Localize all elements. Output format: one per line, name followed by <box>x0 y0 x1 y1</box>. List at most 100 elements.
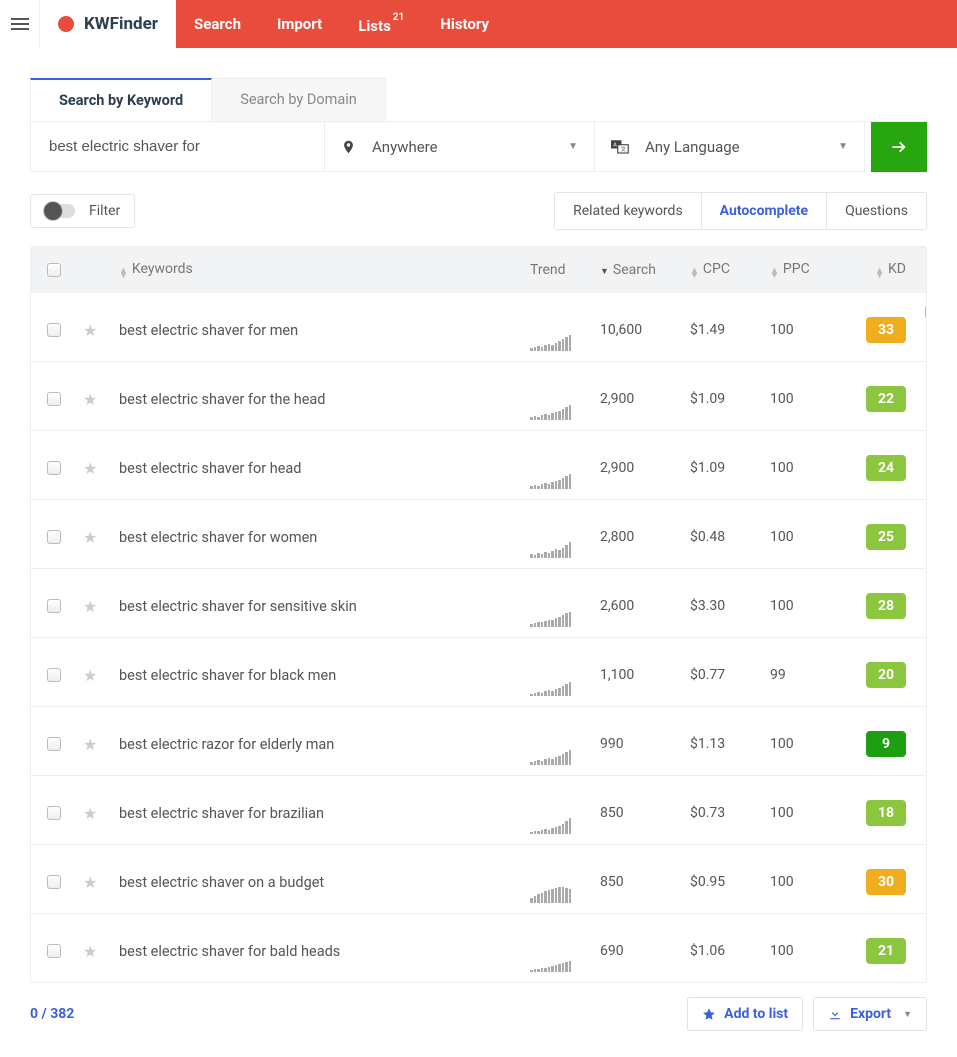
col-header-search[interactable]: ▼Search <box>600 262 690 278</box>
row-checkbox[interactable] <box>47 875 61 889</box>
language-icon: A文 <box>611 140 629 154</box>
kd-badge: 22 <box>866 386 906 412</box>
col-header-keywords[interactable]: ▲▼Keywords <box>119 261 530 279</box>
location-dropdown[interactable]: Anywhere ▼ <box>325 122 595 172</box>
col-header-cpc[interactable]: ▲▼CPC <box>690 261 770 279</box>
star-icon <box>702 1007 716 1021</box>
filter-toggle-group[interactable]: Filter <box>30 194 135 228</box>
pill-questions[interactable]: Questions <box>827 193 926 229</box>
download-icon <box>828 1007 842 1021</box>
trend-sparkline <box>530 743 600 765</box>
nav-item-search[interactable]: Search <box>176 0 259 48</box>
keyword-text[interactable]: best electric razor for elderly man <box>119 736 334 753</box>
col-header-ppc[interactable]: ▲▼PPC <box>770 261 840 279</box>
star-icon[interactable]: ★ <box>83 528 97 547</box>
row-checkbox[interactable] <box>47 944 61 958</box>
kd-badge: 28 <box>866 593 906 619</box>
add-to-list-label: Add to list <box>724 1006 788 1022</box>
scrollbar-thumb[interactable] <box>925 305 927 319</box>
ppc-value: 100 <box>770 598 794 614</box>
row-checkbox[interactable] <box>47 392 61 406</box>
row-checkbox[interactable] <box>47 668 61 682</box>
keyword-text[interactable]: best electric shaver for men <box>119 322 298 339</box>
trend-sparkline <box>530 398 600 420</box>
row-checkbox[interactable] <box>47 599 61 613</box>
keyword-input[interactable] <box>30 122 325 172</box>
trend-sparkline <box>530 950 600 972</box>
keyword-text[interactable]: best electric shaver on a budget <box>119 874 324 891</box>
trend-sparkline <box>530 536 600 558</box>
ppc-value: 100 <box>770 460 794 476</box>
keyword-text[interactable]: best electric shaver for brazilian <box>119 805 324 822</box>
chevron-down-icon: ▼ <box>838 141 848 152</box>
trend-sparkline <box>530 605 600 627</box>
add-to-list-button[interactable]: Add to list <box>687 997 803 1031</box>
nav-item-history[interactable]: History <box>422 0 507 48</box>
location-pin-icon <box>341 138 356 156</box>
tab-search-by-domain[interactable]: Search by Domain <box>212 78 386 121</box>
star-icon[interactable]: ★ <box>83 942 97 961</box>
pill-related-keywords[interactable]: Related keywords <box>555 193 702 229</box>
export-label: Export <box>850 1006 891 1022</box>
star-icon[interactable]: ★ <box>83 666 97 685</box>
star-icon[interactable]: ★ <box>83 459 97 478</box>
keyword-text[interactable]: best electric shaver for the head <box>119 391 325 408</box>
nav-item-lists[interactable]: Lists21 <box>340 0 422 50</box>
star-icon[interactable]: ★ <box>83 804 97 823</box>
trend-sparkline <box>530 674 600 696</box>
table-row: ★ best electric shaver on a budget 850 $0.9… <box>31 844 926 913</box>
keyword-text[interactable]: best electric shaver for black men <box>119 667 336 684</box>
nav-item-import[interactable]: Import <box>259 0 340 48</box>
table-row: ★best electric razor for elderly man990$… <box>31 706 926 775</box>
row-checkbox[interactable] <box>47 461 61 475</box>
kd-badge: 25 <box>866 524 906 550</box>
keyword-text[interactable]: best electric shaver for sensitive skin <box>119 598 357 615</box>
cpc-value: $0.73 <box>690 805 725 821</box>
pill-autocomplete[interactable]: Autocomplete <box>702 193 827 229</box>
cpc-value: $0.77 <box>690 667 725 683</box>
language-dropdown[interactable]: A文 Any Language ▼ <box>595 122 865 172</box>
col-header-kd[interactable]: ▲▼KD <box>840 261 910 279</box>
export-button[interactable]: Export ▼ <box>813 997 927 1031</box>
keyword-text[interactable]: best electric shaver for head <box>119 460 301 477</box>
search-volume: 850 <box>600 874 624 890</box>
hamburger-icon <box>11 18 29 30</box>
ppc-value: 100 <box>770 391 794 407</box>
menu-button[interactable] <box>0 0 40 48</box>
search-volume: 690 <box>600 943 624 959</box>
table-row: ★ best electric shaver for black men 1,100… <box>31 637 926 706</box>
sort-desc-icon: ▼ <box>600 267 609 277</box>
filter-toggle[interactable] <box>45 204 75 218</box>
star-icon[interactable]: ★ <box>83 597 97 616</box>
cpc-value: $0.95 <box>690 874 725 890</box>
star-icon[interactable]: ★ <box>83 735 97 754</box>
filter-label: Filter <box>89 203 120 219</box>
row-checkbox[interactable] <box>47 530 61 544</box>
ppc-value: 100 <box>770 529 794 545</box>
ppc-value: 99 <box>770 667 786 683</box>
select-all-checkbox[interactable] <box>47 263 61 277</box>
col-header-trend[interactable]: Trend <box>530 262 600 278</box>
app-logo[interactable]: KWFinder <box>40 0 176 48</box>
star-icon[interactable]: ★ <box>83 873 97 892</box>
row-checkbox[interactable] <box>47 737 61 751</box>
sort-icon: ▲▼ <box>770 269 779 279</box>
ppc-value: 100 <box>770 736 794 752</box>
search-volume: 2,900 <box>600 391 634 407</box>
search-submit-button[interactable] <box>871 122 927 172</box>
svg-text:A: A <box>613 142 617 148</box>
row-checkbox[interactable] <box>47 806 61 820</box>
cpc-value: $1.13 <box>690 736 725 752</box>
star-icon[interactable]: ★ <box>83 390 97 409</box>
cpc-value: $1.09 <box>690 391 725 407</box>
search-volume: 2,800 <box>600 529 634 545</box>
cpc-value: $1.09 <box>690 460 725 476</box>
language-label: Any Language <box>645 138 838 156</box>
tab-search-by-keyword[interactable]: Search by Keyword <box>30 78 212 121</box>
star-icon[interactable]: ★ <box>83 321 97 340</box>
cpc-value: $1.49 <box>690 322 725 338</box>
row-checkbox[interactable] <box>47 323 61 337</box>
search-volume: 1,100 <box>600 667 634 683</box>
keyword-text[interactable]: best electric shaver for bald heads <box>119 943 340 960</box>
keyword-text[interactable]: best electric shaver for women <box>119 529 317 546</box>
